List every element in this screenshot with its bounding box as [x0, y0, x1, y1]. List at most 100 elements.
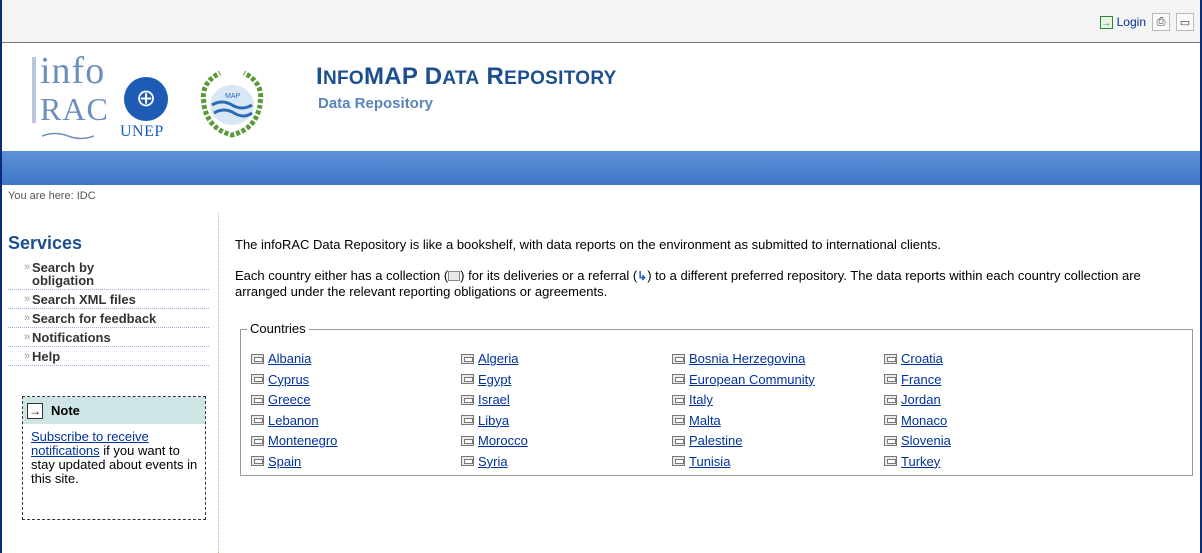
country-link[interactable]: Monaco	[884, 412, 1094, 430]
note-body: Subscribe to receive notifications if yo…	[23, 424, 205, 486]
sidebar-item-search-feedback[interactable]: » Search for feedback	[8, 309, 209, 328]
collection-folder-icon	[884, 435, 897, 446]
country-link[interactable]: Algeria	[461, 350, 672, 368]
print-icon[interactable]: ⎙	[1152, 13, 1170, 31]
inforac-logo[interactable]: info RAC	[32, 49, 114, 147]
fullscreen-icon[interactable]: ▭	[1176, 13, 1194, 31]
collection-folder-icon	[672, 415, 685, 426]
country-link[interactable]: Montenegro	[251, 432, 461, 450]
country-link[interactable]: Israel	[461, 391, 672, 409]
note-title: Note	[51, 403, 80, 418]
country-link[interactable]: Slovenia	[884, 432, 1094, 450]
collection-folder-icon	[672, 374, 685, 385]
logo-stripe	[32, 57, 36, 123]
country-name: Egypt	[478, 371, 512, 387]
countries-legend: Countries	[247, 321, 309, 336]
sidebar-divider	[218, 212, 219, 553]
map-logo[interactable]: MAP	[192, 63, 272, 143]
country-link[interactable]: European Community	[672, 371, 884, 389]
country-link[interactable]: Morocco	[461, 432, 672, 450]
sidebar-item-label[interactable]: Search for feedback	[32, 312, 156, 325]
collection-folder-icon	[251, 456, 264, 467]
arrow-right-icon: →	[27, 402, 43, 419]
country-link[interactable]: Palestine	[672, 432, 884, 450]
bullet-icon: »	[24, 293, 31, 305]
country-name: Croatia	[901, 351, 943, 367]
collection-icon	[448, 271, 461, 281]
login-link[interactable]: → Login	[1099, 15, 1146, 29]
collection-folder-icon	[672, 394, 685, 405]
note-header: → Note	[23, 397, 205, 424]
collection-folder-icon	[251, 394, 264, 405]
country-name: Greece	[268, 392, 311, 408]
country-name: Monaco	[901, 412, 948, 428]
collection-folder-icon	[461, 456, 474, 467]
collection-folder-icon	[461, 394, 474, 405]
collection-folder-icon	[884, 394, 897, 405]
services-list: » Search by obligation » Search XML file…	[8, 258, 209, 366]
countries-fieldset: Countries Albania Algeria Bosnia Herzegovi…	[240, 321, 1193, 476]
top-links: → Login ⎙ ▭	[1099, 13, 1194, 31]
intro-text-2: Each country either has a collection () …	[235, 268, 1195, 299]
country-name: Italy	[689, 392, 713, 408]
services-heading: Services	[8, 233, 83, 253]
logo-rac-text: RAC	[40, 91, 109, 127]
country-link[interactable]: Albania	[251, 350, 461, 368]
site-header: info RAC ⊕ UNEP MAP INFOMAP DATA REPOSIT…	[2, 43, 1200, 151]
country-name: Bosnia Herzegovina	[689, 351, 806, 367]
country-name: Cyprus	[268, 371, 310, 387]
country-link[interactable]: Greece	[251, 391, 461, 409]
country-link[interactable]: Egypt	[461, 371, 672, 389]
country-name: Libya	[478, 412, 510, 428]
collection-folder-icon	[251, 435, 264, 446]
country-link[interactable]: Cyprus	[251, 371, 461, 389]
sidebar-item-help[interactable]: » Help	[8, 347, 209, 366]
title-part: I	[316, 63, 323, 90]
sidebar-item-label[interactable]: Notifications	[32, 331, 111, 344]
country-link[interactable]: France	[884, 371, 1094, 389]
logo-info-text: info	[40, 50, 106, 92]
collection-folder-icon	[461, 374, 474, 385]
intro-text: The infoRAC Data Repository is like a bo…	[235, 237, 941, 252]
collection-folder-icon	[884, 415, 897, 426]
sidebar-item-label[interactable]: Search XML files	[32, 293, 136, 306]
country-link[interactable]: Tunisia	[672, 453, 884, 471]
title-part: EPOSITORY	[504, 68, 617, 89]
bullet-icon: »	[24, 312, 31, 324]
country-name: Syria	[478, 453, 508, 469]
country-link[interactable]: Turkey	[884, 453, 1094, 471]
country-name: Albania	[268, 351, 312, 367]
country-name: Palestine	[689, 433, 743, 449]
sidebar-item-search-obligation[interactable]: » Search by obligation	[8, 258, 209, 290]
bullet-icon: »	[24, 350, 31, 362]
login-icon: →	[1099, 15, 1113, 29]
header-bar	[2, 151, 1200, 185]
intro-text-part: ) for its deliveries or a referral (	[460, 268, 638, 283]
country-link[interactable]: Spain	[251, 453, 461, 471]
country-name: Spain	[268, 453, 302, 469]
country-name: Tunisia	[689, 453, 731, 469]
country-link[interactable]: Lebanon	[251, 412, 461, 430]
collection-folder-icon	[672, 353, 685, 364]
referral-icon: ↳	[637, 269, 648, 283]
sidebar-item-notifications[interactable]: » Notifications	[8, 328, 209, 347]
country-name: Morocco	[478, 433, 528, 449]
country-link[interactable]: Croatia	[884, 350, 1094, 368]
country-link[interactable]: Bosnia Herzegovina	[672, 350, 884, 368]
country-link[interactable]: Jordan	[884, 391, 1094, 409]
country-link[interactable]: Italy	[672, 391, 884, 409]
country-name: Algeria	[478, 351, 519, 367]
sidebar-item-label[interactable]: Search by obligation	[32, 261, 142, 287]
collection-folder-icon	[884, 353, 897, 364]
country-link[interactable]: Libya	[461, 412, 672, 430]
sidebar-item-label[interactable]: Help	[32, 350, 60, 363]
unep-logo[interactable]: ⊕ UNEP	[120, 77, 180, 143]
collection-folder-icon	[251, 374, 264, 385]
collection-folder-icon	[461, 415, 474, 426]
sidebar-item-search-xml[interactable]: » Search XML files	[8, 290, 209, 309]
country-link[interactable]: Syria	[461, 453, 672, 471]
country-name: Jordan	[901, 392, 941, 408]
collection-folder-icon	[672, 456, 685, 467]
collection-folder-icon	[251, 353, 264, 364]
country-link[interactable]: Malta	[672, 412, 884, 430]
